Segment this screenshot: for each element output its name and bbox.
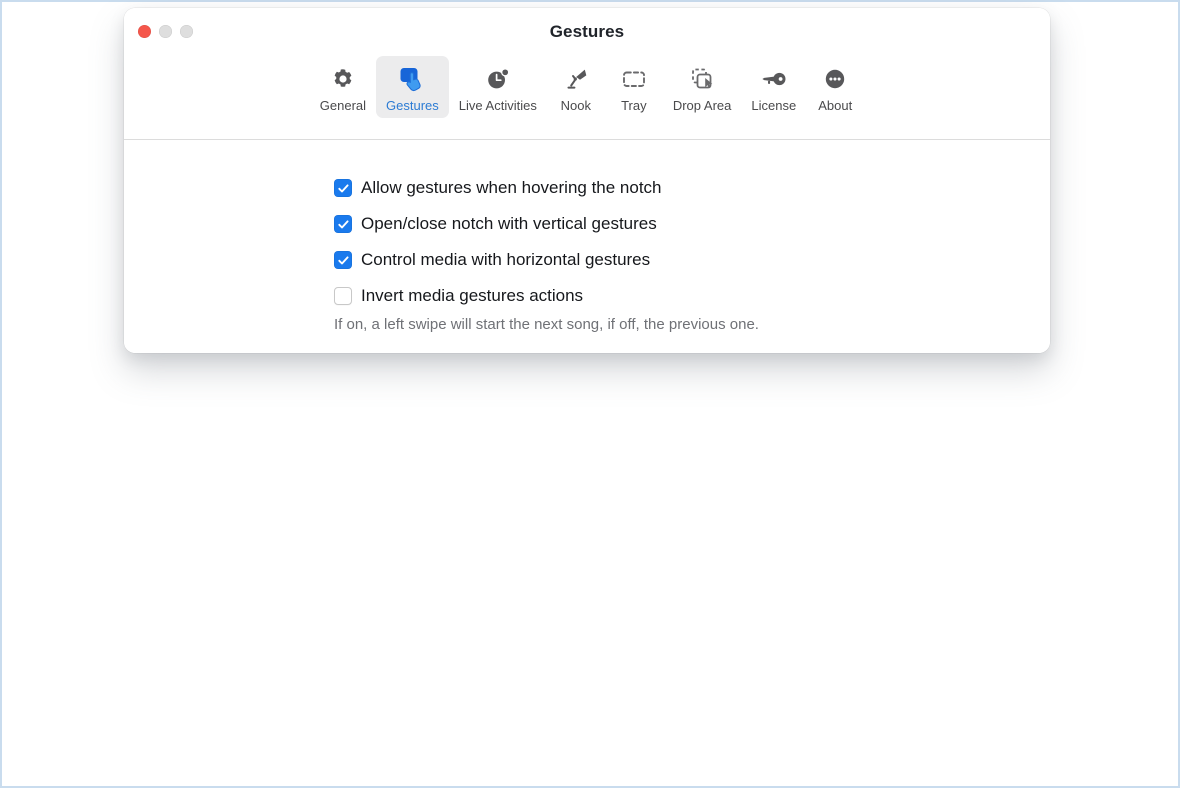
- checkbox-open-close-notch[interactable]: [334, 215, 352, 233]
- checkmark-icon: [337, 255, 349, 264]
- option-label-control-media: Control media with horizontal gestures: [361, 250, 651, 269]
- gear-icon: [329, 62, 357, 96]
- tab-license[interactable]: License: [741, 56, 806, 118]
- tab-live-activities-label: Live Activities: [458, 98, 537, 113]
- window-title: Gestures: [549, 22, 625, 41]
- key-icon: [760, 62, 788, 96]
- hand-tap-icon: [397, 62, 427, 96]
- option-row-control-media[interactable]: Control media with horizontal gestures: [334, 242, 1050, 278]
- desk-lamp-icon: [562, 62, 590, 96]
- clock-badge-icon: [484, 62, 512, 96]
- tab-live-activities[interactable]: Live Activities: [449, 56, 547, 118]
- checkmark-icon: [337, 219, 349, 228]
- invert-media-gestures-help-text: If on, a left swipe will start the next …: [334, 316, 759, 333]
- checkbox-invert-media-gestures[interactable]: [334, 287, 352, 305]
- tab-about[interactable]: About: [806, 56, 864, 118]
- option-row-open-close-notch[interactable]: Open/close notch with vertical gestures: [334, 206, 1050, 242]
- option-label-allow-gestures-hovering: Allow gestures when hovering the notch: [361, 178, 662, 197]
- checkmark-icon: [337, 183, 349, 192]
- dashed-rectangle-icon: [620, 62, 648, 96]
- tab-general[interactable]: General: [310, 56, 376, 118]
- option-row-allow-gestures-hovering[interactable]: Allow gestures when hovering the notch: [334, 170, 1050, 206]
- tab-gestures-label: Gestures: [386, 98, 439, 113]
- preferences-window: Gestures General Gestures Live Activitie…: [124, 8, 1050, 353]
- tab-license-label: License: [751, 98, 797, 113]
- tab-about-label: About: [818, 98, 853, 113]
- tab-gestures[interactable]: Gestures: [376, 56, 449, 118]
- checkbox-control-media[interactable]: [334, 251, 352, 269]
- toolbar: General Gestures Live Activities Nook Tr…: [124, 56, 1050, 140]
- ellipsis-circle-icon: [821, 62, 849, 96]
- option-label-open-close-notch: Open/close notch with vertical gestures: [361, 214, 657, 233]
- checkbox-allow-gestures-hovering[interactable]: [334, 179, 352, 197]
- option-label-invert-media-gestures: Invert media gestures actions: [361, 286, 584, 305]
- option-row-invert-media-gestures[interactable]: Invert media gestures actions: [334, 278, 1050, 314]
- tab-drop-area-label: Drop Area: [672, 98, 732, 113]
- drop-area-cursor-icon: [688, 62, 716, 96]
- tab-tray-label: Tray: [621, 98, 647, 113]
- tab-general-label: General: [319, 98, 367, 113]
- tab-nook[interactable]: Nook: [547, 56, 605, 118]
- gesture-options-list: Allow gestures when hovering the notch O…: [334, 170, 1050, 333]
- gestures-settings-panel: Allow gestures when hovering the notch O…: [124, 140, 1050, 353]
- tab-nook-label: Nook: [560, 98, 592, 113]
- title-bar: Gestures: [124, 8, 1050, 56]
- tab-tray[interactable]: Tray: [605, 56, 663, 118]
- tab-drop-area[interactable]: Drop Area: [663, 56, 742, 118]
